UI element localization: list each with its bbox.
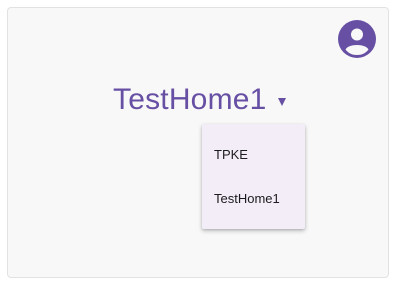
menu-item-label: TPKE	[214, 146, 248, 162]
account-circle-icon	[338, 20, 376, 58]
home-title: TestHome1	[113, 83, 267, 116]
menu-item-tpke[interactable]: TPKE	[202, 132, 305, 176]
home-dropdown-menu: TPKE TestHome1	[202, 124, 305, 229]
menu-item-testhome1[interactable]: TestHome1	[202, 176, 305, 220]
app-surface	[7, 7, 389, 278]
home-selector[interactable]: TestHome1	[113, 81, 286, 119]
menu-item-label: TestHome1	[214, 190, 280, 206]
arrow-drop-down-icon	[277, 98, 286, 106]
account-avatar[interactable]	[338, 20, 376, 58]
